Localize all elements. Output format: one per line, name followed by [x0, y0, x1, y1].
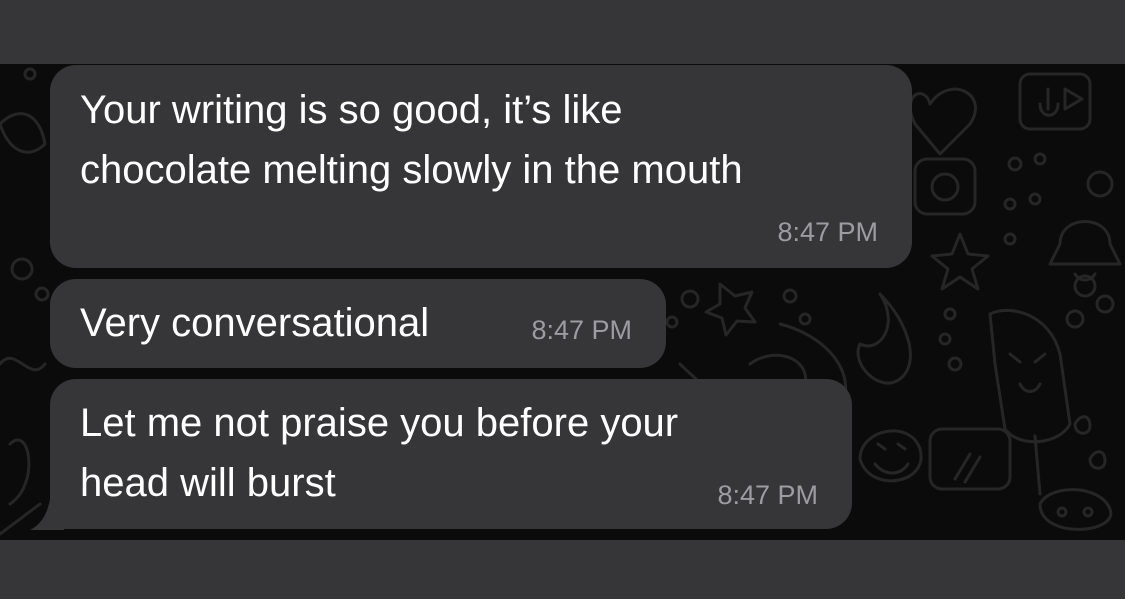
message-text: Very conversational [80, 293, 429, 353]
message-bubble[interactable]: Very conversational 8:47 PM [50, 279, 666, 368]
message-line: Your writing is so good, it’s like [80, 88, 623, 132]
bear-doodle-icon [1038, 488, 1113, 531]
chat-area[interactable]: Your writing is so good, it’s like choco… [0, 64, 1125, 540]
message-timestamp: 8:47 PM [717, 480, 818, 510]
bubble-doodle-icon [10, 257, 34, 281]
message-bubble[interactable]: Your writing is so good, it’s like choco… [50, 65, 912, 268]
message-line: Let me not praise you before your [80, 401, 679, 445]
message-text: Let me not praise you before your head w… [80, 393, 678, 513]
message-text: Your writing is so good, it’s like choco… [80, 80, 743, 200]
message-timestamp: 8:47 PM [531, 315, 632, 345]
message-timestamp: 8:47 PM [777, 217, 878, 247]
camera-doodle-icon [913, 157, 977, 216]
message-line: head will burst [80, 461, 336, 505]
lollipop-doodle-icon [988, 308, 1072, 444]
heart-doodle-icon [908, 87, 977, 156]
chat-screen: Your writing is so good, it’s like choco… [0, 0, 1125, 599]
squiggle-doodle-icon [0, 356, 47, 372]
leaf-doodle-icon [0, 112, 47, 154]
bell-doodle-icon [1048, 220, 1122, 266]
star-doodle-icon [930, 232, 990, 291]
message-line: chocolate melting slowly in the mouth [80, 148, 743, 192]
message-line: Very conversational [80, 301, 430, 345]
chat-doodle-icon [928, 427, 1012, 491]
message-bubble[interactable]: Let me not praise you before your head w… [50, 379, 852, 529]
cherry-doodle-icon [856, 292, 912, 385]
